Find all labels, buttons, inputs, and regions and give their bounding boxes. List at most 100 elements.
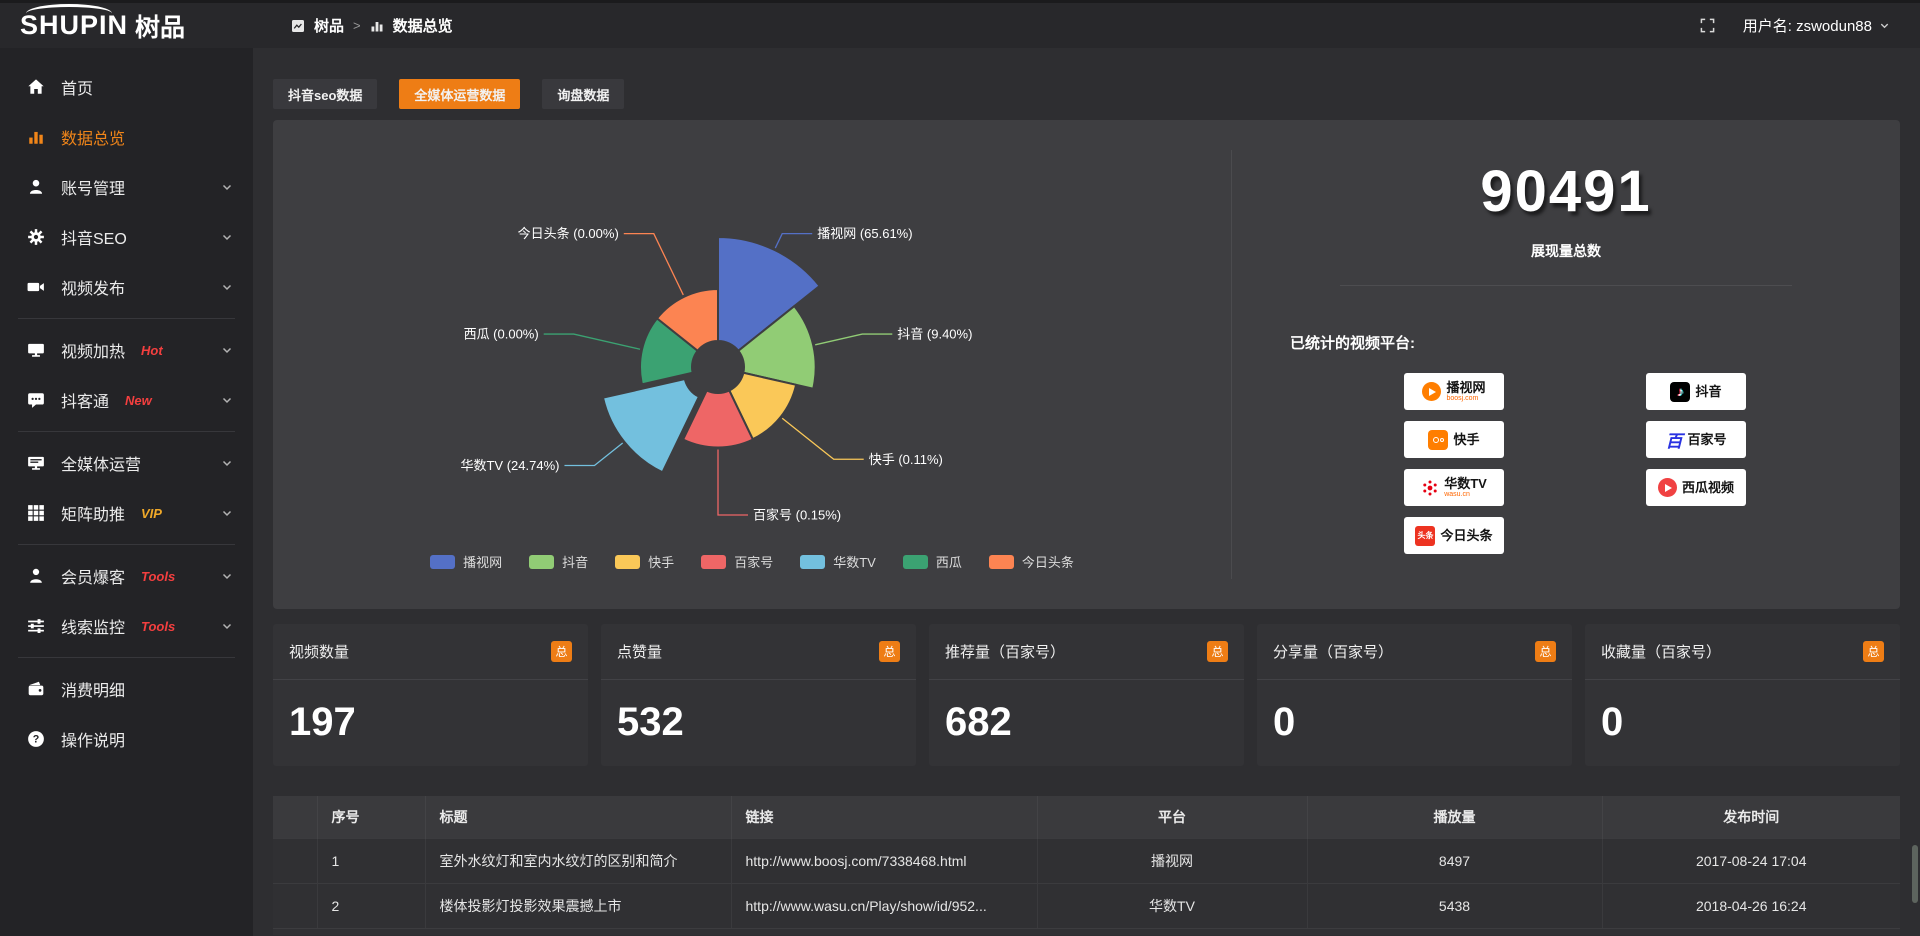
- breadcrumb-separator: >: [353, 18, 361, 33]
- topbar-right: 用户名: zswodun88: [1700, 15, 1920, 36]
- sidebar-item-label: 账号管理: [61, 175, 125, 199]
- cell-plays: 8497: [1307, 838, 1602, 883]
- sidebar-item-data-overview[interactable]: 数据总览: [0, 112, 253, 162]
- chevron-down-icon: [221, 344, 233, 356]
- sidebar: 首页数据总览账号管理抖音SEO视频发布视频加热Hot抖客通New全媒体运营矩阵助…: [0, 48, 253, 936]
- baijiahao-logo: 百: [1665, 427, 1682, 452]
- user-menu[interactable]: 用户名: zswodun88: [1743, 15, 1890, 36]
- platform-name: 抖音: [1695, 385, 1721, 399]
- legend-swatch: [800, 555, 825, 569]
- platform-sub: wasu.cn: [1444, 491, 1470, 498]
- sidebar-item-tag: Tools: [141, 619, 175, 634]
- legend-item-快手[interactable]: 快手: [615, 552, 674, 571]
- sidebar-item-tag: VIP: [141, 506, 162, 521]
- sidebar-item-spending-detail[interactable]: 消费明细: [0, 664, 253, 714]
- table-next-row-partial: [273, 928, 1900, 935]
- sidebar-item-label: 消费明细: [61, 677, 125, 701]
- legend-swatch: [903, 555, 928, 569]
- pie-slice-华数TV[interactable]: [603, 379, 699, 472]
- legend-label: 西瓜: [936, 552, 962, 571]
- stat-card-label: 点赞量: [617, 641, 662, 662]
- tab-media-ops-data[interactable]: 全媒体运营数据: [399, 79, 520, 109]
- chevron-down-icon: [221, 231, 233, 243]
- stat-card-favorite-count: 收藏量（百家号）总0: [1585, 624, 1900, 766]
- tab-bar: 抖音seo数据全媒体运营数据询盘数据: [273, 79, 1900, 109]
- sidebar-item-matrix-boost[interactable]: 矩阵助推 VIP: [0, 488, 253, 538]
- cell-link[interactable]: http://www.wasu.cn/Play/show/id/952...: [731, 883, 1037, 928]
- cell-time: 2018-04-26 16:24: [1602, 883, 1900, 928]
- total-impressions-label: 展现量总数: [1232, 241, 1900, 261]
- legend-item-今日头条[interactable]: 今日头条: [989, 552, 1074, 571]
- legend-label: 华数TV: [833, 552, 876, 571]
- topbar: SHUPIN 树品 树品 > 数据总览 用户名: zswodun88: [0, 0, 1920, 48]
- legend-item-华数TV[interactable]: 华数TV: [800, 552, 876, 571]
- total-badge[interactable]: 总: [1207, 641, 1228, 662]
- legend-item-百家号[interactable]: 百家号: [701, 552, 773, 571]
- legend-label: 快手: [648, 552, 674, 571]
- platform-name: 快手: [1453, 433, 1479, 447]
- legend-label: 今日头条: [1022, 552, 1074, 571]
- sidebar-divider: [18, 318, 235, 319]
- column-header: 播放量: [1307, 796, 1602, 838]
- pie-label-播视网: 播视网 (65.61%): [817, 226, 912, 241]
- platform-badge-wasu: 华数TVwasu.cn: [1404, 469, 1504, 506]
- legend-label: 抖音: [562, 552, 588, 571]
- platform-name: 华数TV: [1444, 477, 1487, 491]
- column-header: 链接: [731, 796, 1037, 838]
- stat-card-label: 分享量（百家号）: [1273, 641, 1393, 662]
- stat-card-value: 532: [601, 680, 916, 745]
- cell-title[interactable]: 楼体投影灯投影效果震撼上市: [425, 883, 731, 928]
- sidebar-item-douketong[interactable]: 抖客通New: [0, 375, 253, 425]
- breadcrumb-root[interactable]: 树品: [314, 15, 344, 36]
- grid-icon: [27, 504, 45, 522]
- platform-badge-xigua: 西瓜视频: [1646, 469, 1746, 506]
- legend-item-播视网[interactable]: 播视网: [430, 552, 502, 571]
- chevron-down-icon: [221, 181, 233, 193]
- sidebar-item-video-heat[interactable]: 视频加热Hot: [0, 325, 253, 375]
- sidebar-item-douyin-seo[interactable]: 抖音SEO: [0, 212, 253, 262]
- tab-douyin-seo-data[interactable]: 抖音seo数据: [273, 79, 377, 109]
- fullscreen-icon[interactable]: [1700, 18, 1715, 33]
- sidebar-item-label: 视频加热: [61, 338, 125, 362]
- sidebar-item-video-publish[interactable]: 视频发布: [0, 262, 253, 312]
- total-badge[interactable]: 总: [1863, 641, 1884, 662]
- app-logo[interactable]: SHUPIN 树品: [0, 8, 253, 44]
- question-icon: ?: [27, 730, 45, 748]
- cell-link[interactable]: http://www.boosj.com/7338468.html: [731, 838, 1037, 883]
- sidebar-item-account-manage[interactable]: 账号管理: [0, 162, 253, 212]
- scrollbar-thumb[interactable]: [1912, 845, 1918, 903]
- cell-title[interactable]: 室外水纹灯和室内水纹灯的区别和简介: [425, 838, 731, 883]
- sidebar-item-member-baoke[interactable]: 会员爆客Tools: [0, 551, 253, 601]
- legend-item-抖音[interactable]: 抖音: [529, 552, 588, 571]
- table-row: 2楼体投影灯投影效果震撼上市http://www.wasu.cn/Play/sh…: [273, 883, 1900, 928]
- sidebar-item-media-ops[interactable]: 全媒体运营: [0, 438, 253, 488]
- cell-platform: 播视网: [1037, 838, 1307, 883]
- legend-swatch: [430, 555, 455, 569]
- stat-card-label: 推荐量（百家号）: [945, 641, 1065, 662]
- tab-inquiry-data[interactable]: 询盘数据: [542, 79, 624, 109]
- sidebar-item-label: 矩阵助推: [61, 501, 125, 525]
- chevron-down-icon: [221, 570, 233, 582]
- sidebar-item-label: 视频发布: [61, 275, 125, 299]
- sidebar-item-help[interactable]: ?操作说明: [0, 714, 253, 764]
- total-badge[interactable]: 总: [551, 641, 572, 662]
- sidebar-item-label: 数据总览: [61, 125, 125, 149]
- total-badge[interactable]: 总: [1535, 641, 1556, 662]
- breadcrumb-current[interactable]: 数据总览: [393, 15, 453, 36]
- sidebar-item-label: 抖客通: [61, 388, 109, 412]
- legend-item-西瓜[interactable]: 西瓜: [903, 552, 962, 571]
- cell-platform: 华数TV: [1037, 883, 1307, 928]
- stat-card-label: 视频数量: [289, 641, 349, 662]
- sidebar-item-home[interactable]: 首页: [0, 62, 253, 112]
- total-badge[interactable]: 总: [879, 641, 900, 662]
- column-header: 标题: [425, 796, 731, 838]
- total-impressions-value: 90491: [1232, 158, 1900, 225]
- column-header: 平台: [1037, 796, 1307, 838]
- chevron-down-icon: [221, 620, 233, 632]
- pie-label-line: [544, 334, 640, 349]
- rose-pie-chart[interactable]: 播视网 (65.61%)抖音 (9.40%)快手 (0.11%)百家号 (0.1…: [273, 120, 1231, 545]
- breadcrumb-root-icon: [291, 19, 305, 33]
- svg-text:?: ?: [33, 734, 40, 746]
- breadcrumb-current-icon: [370, 19, 384, 33]
- sidebar-item-leads-monitor[interactable]: 线索监控Tools: [0, 601, 253, 651]
